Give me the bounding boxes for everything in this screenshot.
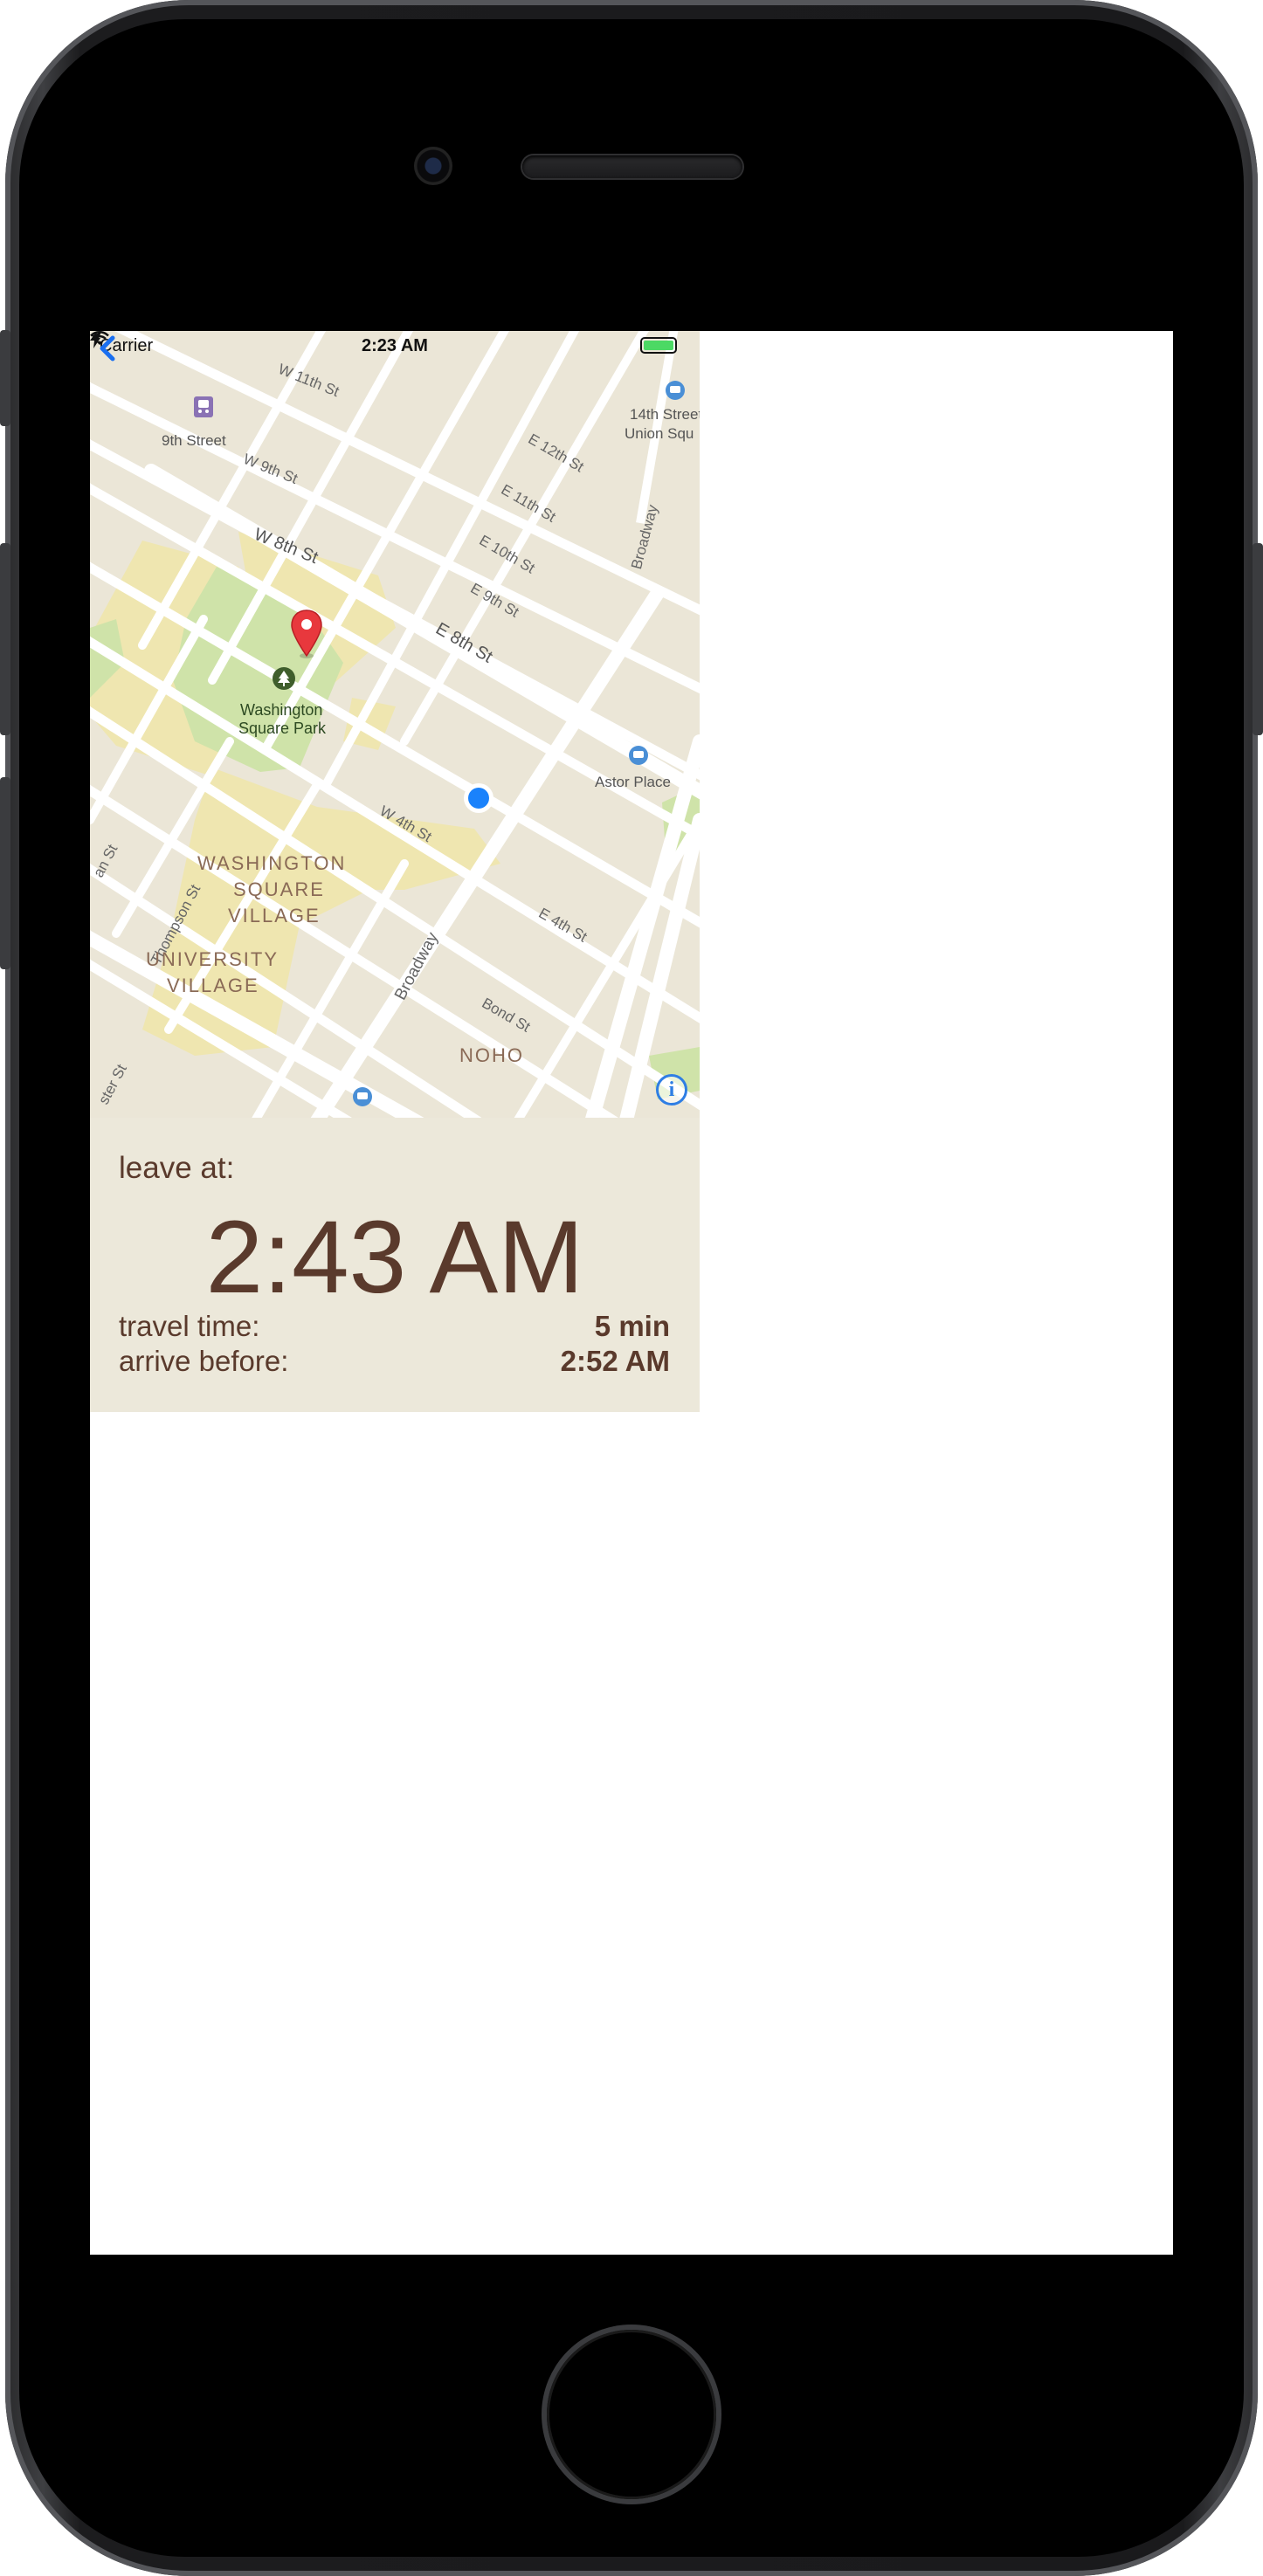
map-view[interactable]: W 11th St 9th Street W 9th St E 12th St …	[90, 331, 700, 1118]
station-label: Astor Place	[595, 774, 671, 790]
station-label: 14th Street	[630, 406, 700, 423]
app-view: W 11th St 9th Street W 9th St E 12th St …	[90, 331, 700, 1412]
travel-time-value: 5 min	[594, 1310, 670, 1342]
battery-level	[644, 341, 673, 350]
device-frame: W 11th St 9th Street W 9th St E 12th St …	[0, 0, 1263, 2576]
travel-time-label: travel time:	[119, 1310, 260, 1342]
clock: 2:23 AM	[362, 336, 428, 355]
earpiece-speaker	[522, 155, 742, 178]
arrive-before-value: 2:52 AM	[560, 1345, 670, 1377]
district-label: VILLAGE	[167, 975, 259, 996]
volume-up-button	[0, 543, 10, 735]
tree-icon	[273, 667, 295, 690]
district-label: VILLAGE	[228, 905, 321, 926]
district-label: SQUARE	[233, 878, 325, 900]
current-location-dot-icon	[464, 783, 493, 813]
front-camera	[414, 147, 452, 185]
district-label: NOHO	[459, 1044, 524, 1066]
arrive-before-label: arrive before:	[119, 1345, 289, 1377]
train-icon	[353, 1087, 372, 1106]
home-button[interactable]	[547, 2330, 716, 2499]
district-label: WASHINGTON	[197, 852, 347, 874]
status-bar: Carrier 2:23 AM	[90, 331, 700, 362]
train-icon	[629, 746, 648, 765]
station-label: 9th Street	[162, 432, 226, 449]
district-label: UNIVERSITY	[146, 948, 280, 970]
mute-switch	[0, 330, 10, 426]
chevron-left-icon[interactable]	[90, 331, 125, 366]
leave-time: 2:43 AM	[205, 1200, 584, 1315]
park-label: Washington	[240, 701, 323, 719]
leave-label: leave at:	[119, 1151, 235, 1185]
train-icon	[194, 396, 213, 417]
station-label: Union Squ	[625, 425, 694, 442]
volume-down-button	[0, 777, 10, 969]
park-label: Square Park	[238, 720, 327, 737]
power-button	[1253, 543, 1263, 735]
map-pin-icon[interactable]	[289, 609, 324, 659]
departure-panel: leave at: 2:43 AM travel time: 5 min arr…	[90, 1118, 700, 1412]
info-icon[interactable]: i	[656, 1074, 687, 1105]
battery-icon	[640, 337, 677, 354]
device-screen: W 11th St 9th Street W 9th St E 12th St …	[90, 331, 1173, 2255]
train-icon	[666, 381, 685, 400]
